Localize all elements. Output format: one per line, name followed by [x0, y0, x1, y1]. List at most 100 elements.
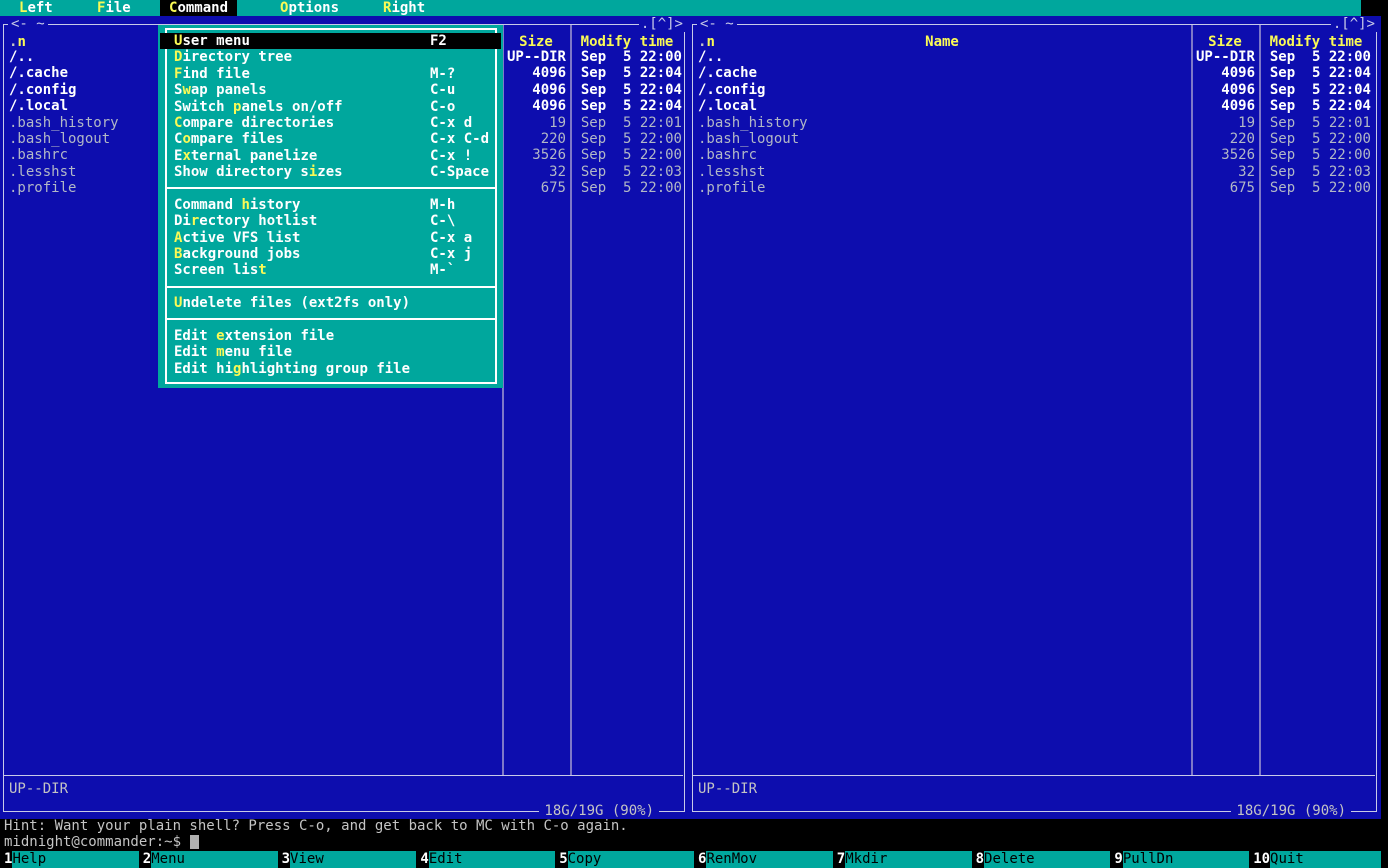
file-mtime: Sep 5 22:01 — [572, 115, 682, 131]
fkey-pulldn[interactable]: 9 PullDn — [1110, 851, 1249, 868]
fkey-view[interactable]: 3 View — [278, 851, 417, 868]
menu-item-compare-directories[interactable]: Compare directoriesC-x d — [160, 115, 501, 131]
fkey-label: Copy — [568, 851, 694, 868]
file-row[interactable]: .profile 675 Sep 5 22:00 — [689, 180, 1381, 196]
file-mtime: Sep 5 22:04 — [572, 82, 682, 98]
column-header-name[interactable]: Name — [693, 34, 1191, 50]
column-header-mtime[interactable]: Modify time — [1259, 34, 1373, 50]
file-mtime: Sep 5 22:00 — [572, 147, 682, 163]
column-header-size[interactable]: Size — [1191, 34, 1259, 50]
fkey-copy[interactable]: 5 Copy — [555, 851, 694, 868]
file-size: 32 — [500, 164, 566, 180]
menu-item-background-jobs[interactable]: Background jobsC-x j — [160, 246, 501, 262]
file-size: 220 — [500, 131, 566, 147]
file-mtime: Sep 5 22:00 — [1261, 49, 1371, 65]
menu-item-external-panelize[interactable]: External panelizeC-x ! — [160, 148, 501, 164]
file-row[interactable]: .lesshst 32 Sep 5 22:03 — [689, 164, 1381, 180]
column-header-mtime[interactable]: Modify time — [570, 34, 684, 50]
file-row[interactable]: .bash_history 19 Sep 5 22:01 — [689, 115, 1381, 131]
menu-item-find-file[interactable]: Find fileM-? — [160, 66, 501, 82]
file-name: .bashrc — [9, 147, 68, 163]
menu-item-edit-menu-file[interactable]: Edit menu file — [160, 344, 501, 360]
panel-history-marker[interactable]: <- ~ — [8, 16, 48, 32]
file-name: /.cache — [9, 65, 68, 81]
fkey-label: View — [290, 851, 416, 868]
fkey-number: 1 — [0, 851, 12, 868]
file-mtime: Sep 5 22:04 — [572, 98, 682, 114]
file-size: 675 — [500, 180, 566, 196]
fkey-number: 3 — [278, 851, 290, 868]
shell-command-line[interactable]: midnight@commander:~$ — [4, 834, 199, 850]
fkey-number: 5 — [555, 851, 567, 868]
menu-bar: Left File Command Options Right — [0, 0, 1361, 17]
menu-separator — [165, 318, 497, 320]
fkey-number: 2 — [139, 851, 151, 868]
file-row[interactable]: /.local 4096 Sep 5 22:04 — [689, 98, 1381, 114]
file-name: /.config — [698, 82, 765, 98]
fkey-help[interactable]: 1 Help — [0, 851, 139, 868]
column-header-size[interactable]: Size — [502, 34, 570, 50]
file-mtime: Sep 5 22:04 — [572, 65, 682, 81]
menu-item-switch-panels-on-off[interactable]: Switch panels on/offC-o — [160, 99, 501, 115]
fkey-number: 9 — [1110, 851, 1122, 868]
fkey-number: 4 — [416, 851, 428, 868]
menu-item-directory-tree[interactable]: Directory tree — [160, 49, 501, 65]
file-name: .profile — [698, 180, 765, 196]
menu-item-swap-panels[interactable]: Swap panelsC-u — [160, 82, 501, 98]
fkey-mkdir[interactable]: 7 Mkdir — [833, 851, 972, 868]
fkey-label: Delete — [984, 851, 1110, 868]
menu-item-compare-files[interactable]: Compare filesC-x C-d — [160, 131, 501, 147]
menu-item-directory-hotlist[interactable]: Directory hotlistC-\ — [160, 213, 501, 229]
menu-item-edit-highlighting-group-file[interactable]: Edit highlighting group file — [160, 361, 501, 377]
fkey-label: Help — [12, 851, 138, 868]
file-mtime: Sep 5 22:00 — [1261, 131, 1371, 147]
panel-corner-buttons[interactable]: .[^]> — [639, 16, 685, 32]
file-name: /.config — [9, 82, 76, 98]
menu-item-user-menu[interactable]: User menuF2 — [160, 33, 501, 49]
menu-item-undelete-files-ext2fs-only[interactable]: Undelete files (ext2fs only) — [160, 295, 501, 311]
text-cursor — [190, 835, 199, 849]
file-row[interactable]: .bash_logout 220 Sep 5 22:00 — [689, 131, 1381, 147]
file-row[interactable]: /.. UP--DIR Sep 5 22:00 — [689, 49, 1381, 65]
fkey-quit[interactable]: 10 Quit — [1249, 851, 1381, 868]
panel-corner-buttons[interactable]: .[^]> — [1331, 16, 1377, 32]
fkey-number: 7 — [833, 851, 845, 868]
menu-item-active-vfs-list[interactable]: Active VFS listC-x a — [160, 230, 501, 246]
menubar-item-options[interactable]: Options — [280, 0, 339, 17]
fkey-delete[interactable]: 8 Delete — [972, 851, 1111, 868]
file-name: .lesshst — [698, 164, 765, 180]
file-size: 220 — [1189, 131, 1255, 147]
menu-item-show-directory-sizes[interactable]: Show directory sizesC-Space — [160, 164, 501, 180]
menu-item-edit-extension-file[interactable]: Edit extension file — [160, 328, 501, 344]
file-row[interactable]: /.config 4096 Sep 5 22:04 — [689, 82, 1381, 98]
menubar-item-file[interactable]: File — [97, 0, 131, 17]
file-mtime: Sep 5 22:01 — [1261, 115, 1371, 131]
file-row[interactable]: .bashrc 3526 Sep 5 22:00 — [689, 147, 1381, 163]
file-name: .lesshst — [9, 164, 76, 180]
file-size: 675 — [1189, 180, 1255, 196]
file-size: 4096 — [500, 82, 566, 98]
mc-screen: Left File Command Options Right <- ~ .[^… — [0, 0, 1388, 868]
file-size: UP--DIR — [500, 49, 566, 65]
shell-prompt: midnight@commander:~$ — [4, 834, 189, 850]
fkey-renmov[interactable]: 6 RenMov — [694, 851, 833, 868]
menu-item-command-history[interactable]: Command historyM-h — [160, 197, 501, 213]
file-name: .bash_history — [698, 115, 808, 131]
fkey-edit[interactable]: 4 Edit — [416, 851, 555, 868]
file-mtime: Sep 5 22:04 — [1261, 98, 1371, 114]
menubar-item-command[interactable]: Command — [160, 0, 237, 17]
command-menu-dropdown: User menuF2Directory treeFind fileM-?Swa… — [158, 25, 503, 388]
file-size: 4096 — [500, 98, 566, 114]
fkey-menu[interactable]: 2 Menu — [139, 851, 278, 868]
menu-separator — [165, 286, 497, 288]
file-row[interactable]: /.cache 4096 Sep 5 22:04 — [689, 65, 1381, 81]
panel-history-marker[interactable]: <- ~ — [697, 16, 737, 32]
file-size: 32 — [1189, 164, 1255, 180]
menubar-item-left[interactable]: Left — [19, 0, 53, 17]
panel-separator-line — [693, 775, 1375, 776]
hint-line: Hint: Want your plain shell? Press C-o, … — [4, 818, 628, 834]
menu-item-screen-list[interactable]: Screen listM-` — [160, 262, 501, 278]
menubar-item-right[interactable]: Right — [383, 0, 425, 17]
file-name: .bash_history — [9, 115, 119, 131]
file-mtime: Sep 5 22:00 — [572, 180, 682, 196]
